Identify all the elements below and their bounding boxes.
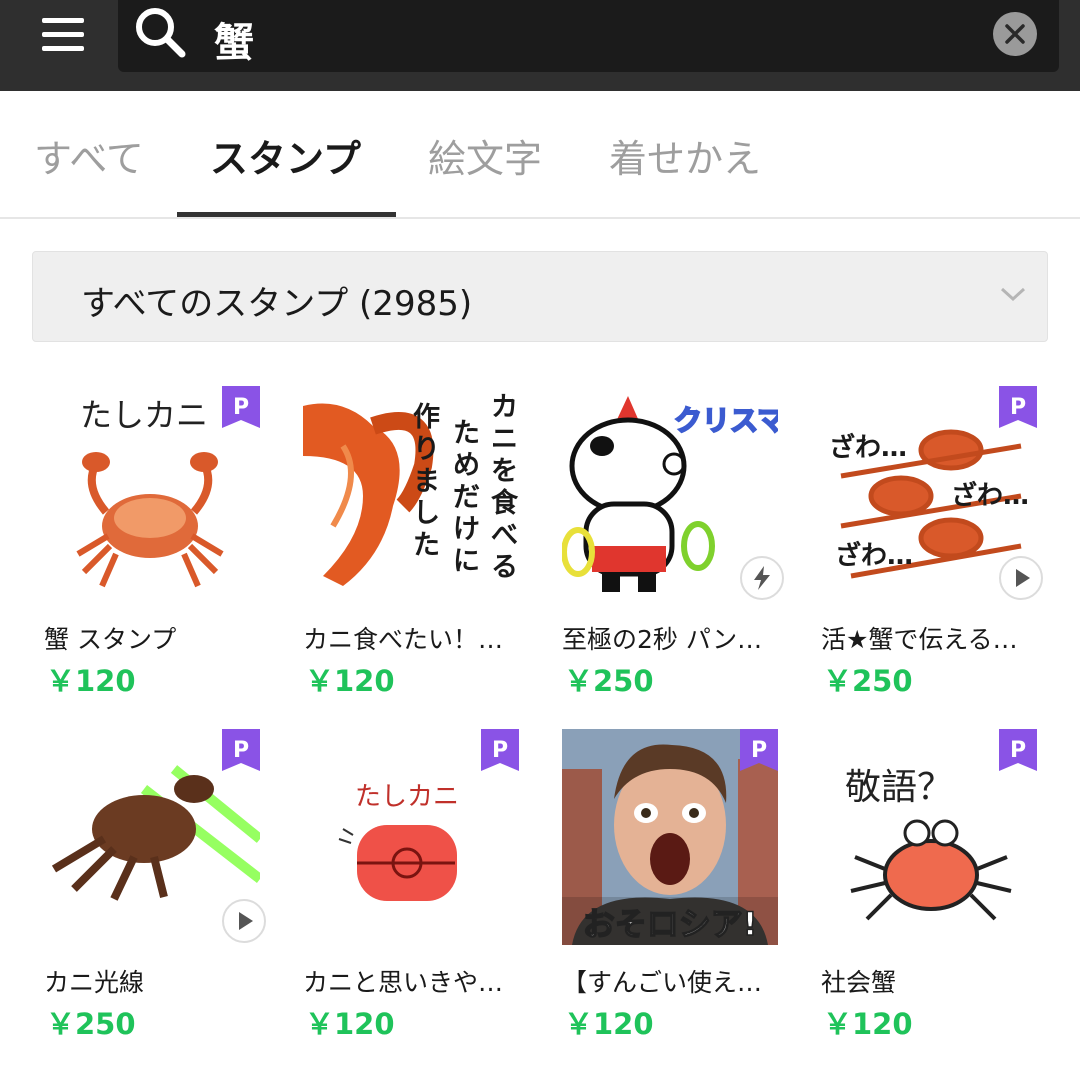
- chevron-down-icon: [1000, 287, 1026, 302]
- sticker-title[interactable]: カニと思いきや…: [303, 963, 525, 999]
- close-icon: [1005, 24, 1025, 44]
- crab-image: [76, 452, 224, 588]
- svg-text:し: し: [413, 498, 440, 529]
- svg-text:た: た: [453, 418, 480, 449]
- crab-laser-image: [51, 765, 260, 901]
- top-bar: 蟹: [0, 0, 1080, 91]
- sticker-title[interactable]: 活★蟹で伝える…: [821, 620, 1043, 656]
- tab-stickers[interactable]: スタンプ: [210, 128, 361, 183]
- sticker-price: ￥120: [46, 664, 136, 698]
- active-tab-indicator: [177, 212, 396, 217]
- search-box[interactable]: 蟹: [118, 0, 1059, 72]
- premium-badge-icon: P: [999, 729, 1037, 771]
- svg-text:ざわ…: ざわ…: [951, 480, 1029, 511]
- svg-text:だ: だ: [453, 482, 480, 513]
- sticker-price: ￥120: [305, 664, 395, 698]
- svg-text:P: P: [492, 738, 508, 763]
- play-icon: [239, 912, 253, 930]
- crab-drawing-image: [850, 819, 1012, 921]
- svg-text:作: 作: [413, 402, 440, 433]
- svg-text:た: た: [413, 530, 440, 561]
- bolt-icon: [754, 566, 770, 590]
- sticker-title[interactable]: 社会蟹: [821, 963, 1043, 999]
- crab-leg-image: [303, 403, 434, 586]
- sticker-filter-dropdown[interactable]: すべてのスタンプ (2985): [32, 251, 1048, 342]
- svg-text:P: P: [233, 395, 249, 420]
- svg-text:に: に: [453, 546, 480, 577]
- svg-text:を: を: [491, 456, 518, 487]
- search-input[interactable]: 蟹: [214, 10, 254, 68]
- play-button[interactable]: [222, 899, 266, 943]
- svg-text:P: P: [233, 738, 249, 763]
- tab-emoji[interactable]: 絵文字: [428, 128, 542, 183]
- svg-text:P: P: [1010, 738, 1026, 763]
- svg-text:ざわ…: ざわ…: [835, 540, 913, 571]
- sticker-title[interactable]: カニ光線: [44, 963, 266, 999]
- premium-badge-icon: P: [222, 729, 260, 771]
- play-icon: [1016, 569, 1030, 587]
- category-tabs: すべて スタンプ 絵文字 着せかえ: [0, 91, 1080, 219]
- svg-text:食: 食: [491, 487, 519, 519]
- image-caption: たしカニ: [80, 396, 208, 434]
- premium-badge-icon: P: [740, 729, 778, 771]
- sticker-thumbnail[interactable]: カニを 食べる ためだ けに 作りま した: [303, 386, 519, 602]
- svg-text:け: け: [453, 514, 480, 545]
- clear-search-button[interactable]: [993, 12, 1037, 56]
- sticker-title[interactable]: 蟹 スタンプ: [44, 620, 266, 656]
- svg-text:べ: べ: [491, 520, 518, 551]
- animated-sticker-badge: [740, 556, 784, 600]
- hamburger-menu-icon[interactable]: [40, 14, 86, 54]
- sticker-price: ￥120: [564, 1007, 654, 1041]
- image-caption: クリスマス?: [674, 404, 778, 437]
- tab-all[interactable]: すべて: [34, 128, 144, 183]
- filter-label: すべてのスタンプ (2985): [81, 284, 473, 324]
- svg-text:ニ: ニ: [491, 424, 518, 455]
- sticker-price: ￥250: [564, 664, 654, 698]
- sticker-title[interactable]: カニ食べたい！…: [303, 620, 525, 656]
- sticker-price: ￥250: [823, 664, 913, 698]
- svg-text:カ: カ: [491, 392, 518, 423]
- image-caption: たしカニ: [355, 782, 459, 812]
- search-icon: [136, 8, 186, 58]
- svg-text:り: り: [413, 434, 440, 465]
- tab-themes[interactable]: 着せかえ: [609, 128, 761, 183]
- premium-badge-icon: P: [999, 386, 1037, 428]
- svg-text:P: P: [1010, 395, 1026, 420]
- svg-text:る: る: [491, 552, 518, 583]
- image-caption: 敬語？: [845, 767, 953, 808]
- premium-badge-icon: P: [481, 729, 519, 771]
- svg-text:め: め: [453, 450, 480, 481]
- premium-badge-icon: P: [222, 386, 260, 428]
- sticker-price: ￥250: [46, 1007, 136, 1041]
- sticker-title[interactable]: 至極の2秒 パン…: [562, 620, 784, 656]
- sticker-title[interactable]: 【すんごい使え…: [562, 963, 784, 999]
- image-caption: おそロシア!: [583, 905, 758, 943]
- svg-text:ざわ…: ざわ…: [829, 432, 907, 463]
- red-crab-image: [338, 825, 457, 901]
- sticker-price: ￥120: [305, 1007, 395, 1041]
- svg-text:ま: ま: [413, 466, 440, 497]
- svg-text:P: P: [751, 738, 767, 763]
- sticker-price: ￥120: [823, 1007, 913, 1041]
- play-button[interactable]: [999, 556, 1043, 600]
